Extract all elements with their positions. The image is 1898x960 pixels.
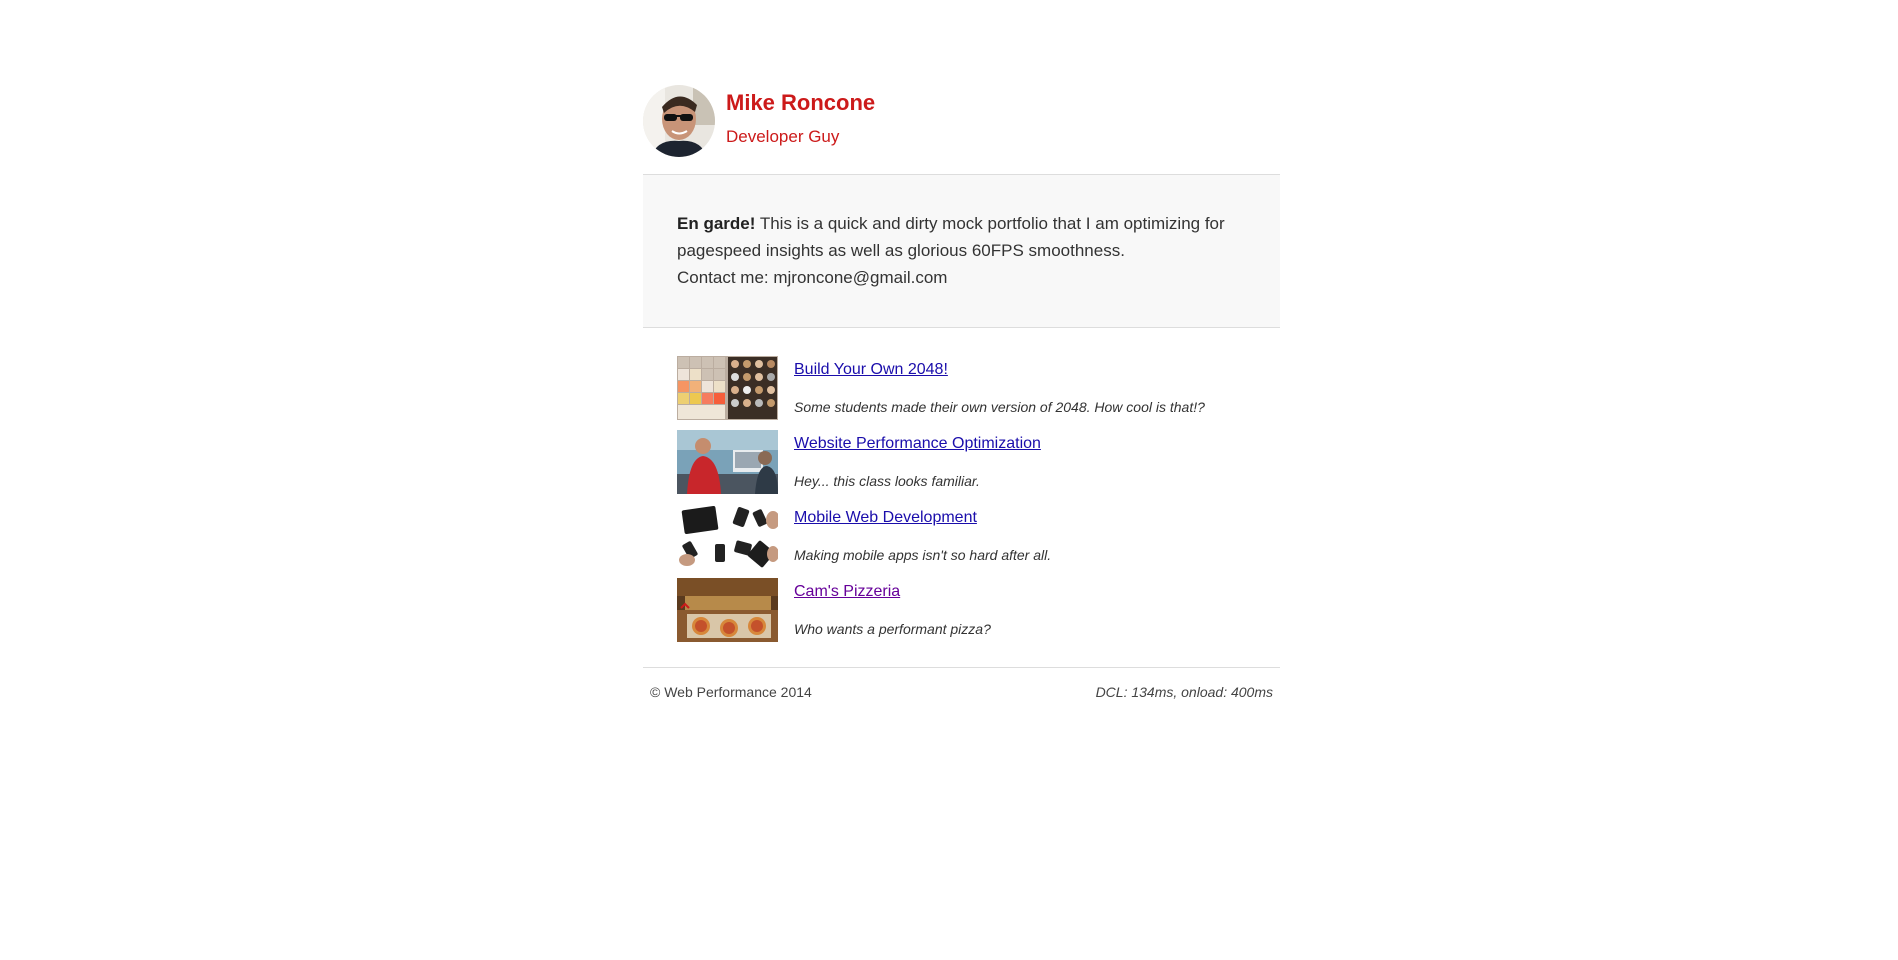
project-link-web-perf[interactable]: Website Performance Optimization	[794, 434, 1041, 454]
page-footer: © Web Performance 2014 DCL: 134ms, onloa…	[643, 668, 1280, 708]
avatar	[643, 85, 715, 157]
project-description: Some students made their own version of …	[794, 399, 1205, 415]
list-item: Cam's Pizzeria Who wants a performant pi…	[677, 578, 1280, 652]
2048-game-thumbnail-icon[interactable]	[677, 356, 778, 420]
project-description: Hey... this class looks familiar.	[794, 473, 980, 489]
intro-paragraph: En garde! This is a quick and dirty mock…	[677, 210, 1246, 264]
perf-metrics: DCL: 134ms, onload: 400ms	[1095, 684, 1273, 700]
list-item: Build Your Own 2048! Some students made …	[677, 356, 1280, 430]
list-item: Website Performance Optimization Hey... …	[677, 430, 1280, 504]
profile-photo-icon	[643, 85, 715, 157]
pizzeria-thumbnail-icon[interactable]	[677, 578, 778, 642]
portfolio-page: Mike Roncone Developer Guy En garde! Thi…	[643, 0, 1280, 708]
intro-lead: En garde!	[677, 214, 756, 233]
mobile-devices-thumbnail-icon[interactable]	[677, 504, 778, 568]
profile-header: Mike Roncone Developer Guy	[643, 0, 1280, 175]
project-link-pizzeria[interactable]: Cam's Pizzeria	[794, 582, 900, 602]
list-item: Mobile Web Development Making mobile app…	[677, 504, 1280, 578]
project-description: Who wants a performant pizza?	[794, 621, 991, 637]
presenter-photo-thumbnail-icon[interactable]	[677, 430, 778, 494]
profile-role: Developer Guy	[726, 127, 840, 146]
project-link-2048[interactable]: Build Your Own 2048!	[794, 360, 948, 380]
contact-line: Contact me: mjroncone@gmail.com	[677, 268, 948, 287]
copyright-text: © Web Performance 2014	[650, 684, 812, 700]
profile-name: Mike Roncone	[726, 90, 876, 115]
project-list: Build Your Own 2048! Some students made …	[643, 328, 1280, 668]
intro-section: En garde! This is a quick and dirty mock…	[643, 175, 1280, 328]
intro-text: This is a quick and dirty mock portfolio…	[677, 214, 1225, 260]
project-link-mobile-web[interactable]: Mobile Web Development	[794, 508, 977, 528]
project-description: Making mobile apps isn't so hard after a…	[794, 547, 1052, 563]
